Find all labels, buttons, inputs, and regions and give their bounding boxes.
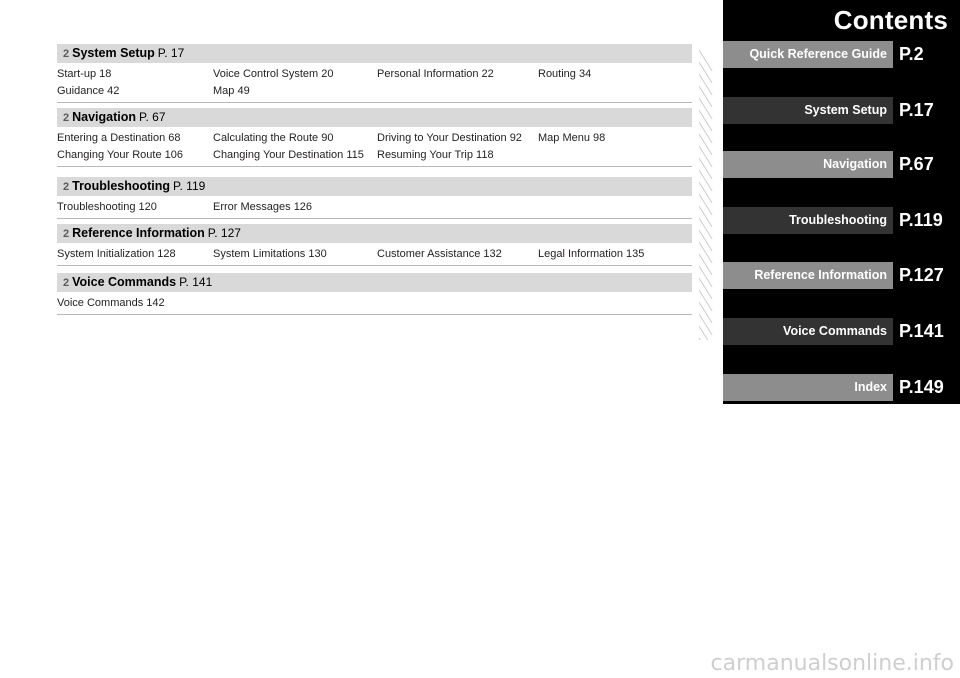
sidebar-tab-label: Troubleshooting — [723, 207, 893, 234]
decorative-hatch — [699, 40, 723, 340]
section-marker-icon: 2 — [63, 180, 70, 193]
sidebar-tab-page: P.2 — [899, 44, 924, 64]
entry-link[interactable]: Driving to Your Destination 92 — [377, 130, 522, 147]
section-reference-information: 2 Reference Information P. 127 System Initi… — [57, 224, 692, 266]
entry-link[interactable]: Legal Information 135 — [538, 246, 644, 263]
entry-link[interactable]: Changing Your Destination 115 — [213, 147, 364, 164]
section-entries: Troubleshooting 120 Error Messages 126 — [57, 196, 692, 216]
section-page-ref: P. 67 — [139, 110, 166, 124]
section-title: Reference Information — [72, 226, 205, 240]
sidebar-tab-label: Reference Information — [723, 262, 893, 289]
sidebar-tab-troubleshooting[interactable]: Troubleshooting P.119 — [723, 207, 960, 234]
entry-link[interactable]: Calculating the Route 90 — [213, 130, 333, 147]
entry-link[interactable]: System Initialization 128 — [57, 246, 176, 263]
section-page-ref: P. 141 — [179, 275, 213, 289]
chapter-tab-sidebar: Contents Quick Reference Guide P.2 System … — [723, 0, 960, 678]
section-troubleshooting: 2 Troubleshooting P. 119 Troubleshooting 12… — [57, 177, 692, 219]
section-entries: Entering a Destination 68 Calculating the… — [57, 127, 692, 164]
section-divider — [57, 102, 692, 103]
entry-link[interactable]: Troubleshooting 120 — [57, 199, 157, 216]
entry-link[interactable]: Entering a Destination 68 — [57, 130, 181, 147]
section-navigation: 2 Navigation P. 67 Entering a Destination 6… — [57, 108, 692, 167]
entry-row: Voice Commands 142 — [57, 295, 692, 312]
entry-row: Entering a Destination 68 Calculating the… — [57, 130, 692, 147]
section-entries: System Initialization 128 System Limitati… — [57, 243, 692, 263]
section-entries: Start-up 18 Voice Control System 20 Person… — [57, 63, 692, 100]
entry-row: System Initialization 128 System Limitati… — [57, 246, 692, 263]
entry-link[interactable]: Map Menu 98 — [538, 130, 605, 147]
section-voice-commands: 2 Voice Commands P. 141 Voice Commands 142 — [57, 273, 692, 315]
section-marker-icon: 2 — [63, 47, 70, 60]
entry-link[interactable]: Routing 34 — [538, 66, 591, 83]
entry-link[interactable]: Start-up 18 — [57, 66, 111, 83]
contents-page: 2 System Setup P. 17 Start-up 18 Voice Contr… — [0, 0, 723, 678]
section-page-ref: P. 127 — [207, 226, 241, 240]
section-marker-icon: 2 — [63, 276, 70, 289]
entry-link[interactable]: Map 49 — [213, 83, 250, 100]
sidebar-tab-label: Voice Commands — [723, 318, 893, 345]
section-title: Troubleshooting — [72, 179, 171, 193]
sidebar-tab-page: P.119 — [899, 210, 943, 230]
section-title: Navigation — [72, 110, 137, 124]
sidebar-tab-label: System Setup — [723, 97, 893, 124]
section-marker-icon: 2 — [63, 227, 70, 240]
sidebar-tab-label: Quick Reference Guide — [723, 41, 893, 68]
section-title: Voice Commands — [72, 275, 177, 289]
entry-link[interactable]: Resuming Your Trip 118 — [377, 147, 494, 164]
entry-link[interactable]: Personal Information 22 — [377, 66, 494, 83]
entry-link[interactable]: Changing Your Route 106 — [57, 147, 183, 164]
section-system-setup: 2 System Setup P. 17 Start-up 18 Voice Contr… — [57, 44, 692, 103]
section-divider — [57, 166, 692, 167]
entry-link[interactable]: Customer Assistance 132 — [377, 246, 502, 263]
entry-link[interactable]: Voice Commands 142 — [57, 295, 165, 312]
sidebar-tab-page: P.149 — [899, 377, 944, 397]
sidebar-tab-voice-commands[interactable]: Voice Commands P.141 — [723, 318, 960, 345]
sidebar-tab-system-setup[interactable]: System Setup P.17 — [723, 97, 960, 124]
sidebar-tab-page: P.141 — [899, 321, 944, 341]
entry-row: Troubleshooting 120 Error Messages 126 — [57, 199, 692, 216]
watermark: carmanualsonline.info — [710, 651, 954, 676]
section-header[interactable]: 2 Troubleshooting P. 119 — [57, 177, 692, 196]
entry-row: Start-up 18 Voice Control System 20 Person… — [57, 66, 692, 83]
entry-row: Changing Your Route 106 Changing Your Des… — [57, 147, 692, 164]
entry-link[interactable]: Guidance 42 — [57, 83, 119, 100]
sidebar-tab-label: Index — [723, 374, 893, 401]
sidebar-tab-label: Navigation — [723, 151, 893, 178]
section-entries: Voice Commands 142 — [57, 292, 692, 312]
section-divider — [57, 218, 692, 219]
sidebar-tab-page: P.67 — [899, 154, 934, 174]
sidebar-tab-navigation[interactable]: Navigation P.67 — [723, 151, 960, 178]
sidebar-tab-index[interactable]: Index P.149 — [723, 374, 960, 401]
section-marker-icon: 2 — [63, 111, 70, 124]
section-title: System Setup — [72, 46, 155, 60]
section-header[interactable]: 2 Voice Commands P. 141 — [57, 273, 692, 292]
entry-link[interactable]: Error Messages 126 — [213, 199, 312, 216]
sidebar-tab-quick-reference-guide[interactable]: Quick Reference Guide P.2 — [723, 41, 960, 68]
section-header[interactable]: 2 Navigation P. 67 — [57, 108, 692, 127]
entry-link[interactable]: System Limitations 130 — [213, 246, 327, 263]
sidebar-tab-page: P.17 — [899, 100, 934, 120]
section-header[interactable]: 2 Reference Information P. 127 — [57, 224, 692, 243]
sidebar-tab-page: P.127 — [899, 265, 944, 285]
entry-link[interactable]: Voice Control System 20 — [213, 66, 333, 83]
section-divider — [57, 314, 692, 315]
section-page-ref: P. 17 — [157, 46, 185, 60]
page-title: Contents — [833, 5, 948, 35]
sidebar-tab-reference-information[interactable]: Reference Information P.127 — [723, 262, 960, 289]
section-page-ref: P. 119 — [173, 179, 206, 193]
section-header[interactable]: 2 System Setup P. 17 — [57, 44, 692, 63]
section-divider — [57, 265, 692, 266]
entry-row: Guidance 42 Map 49 — [57, 83, 692, 100]
